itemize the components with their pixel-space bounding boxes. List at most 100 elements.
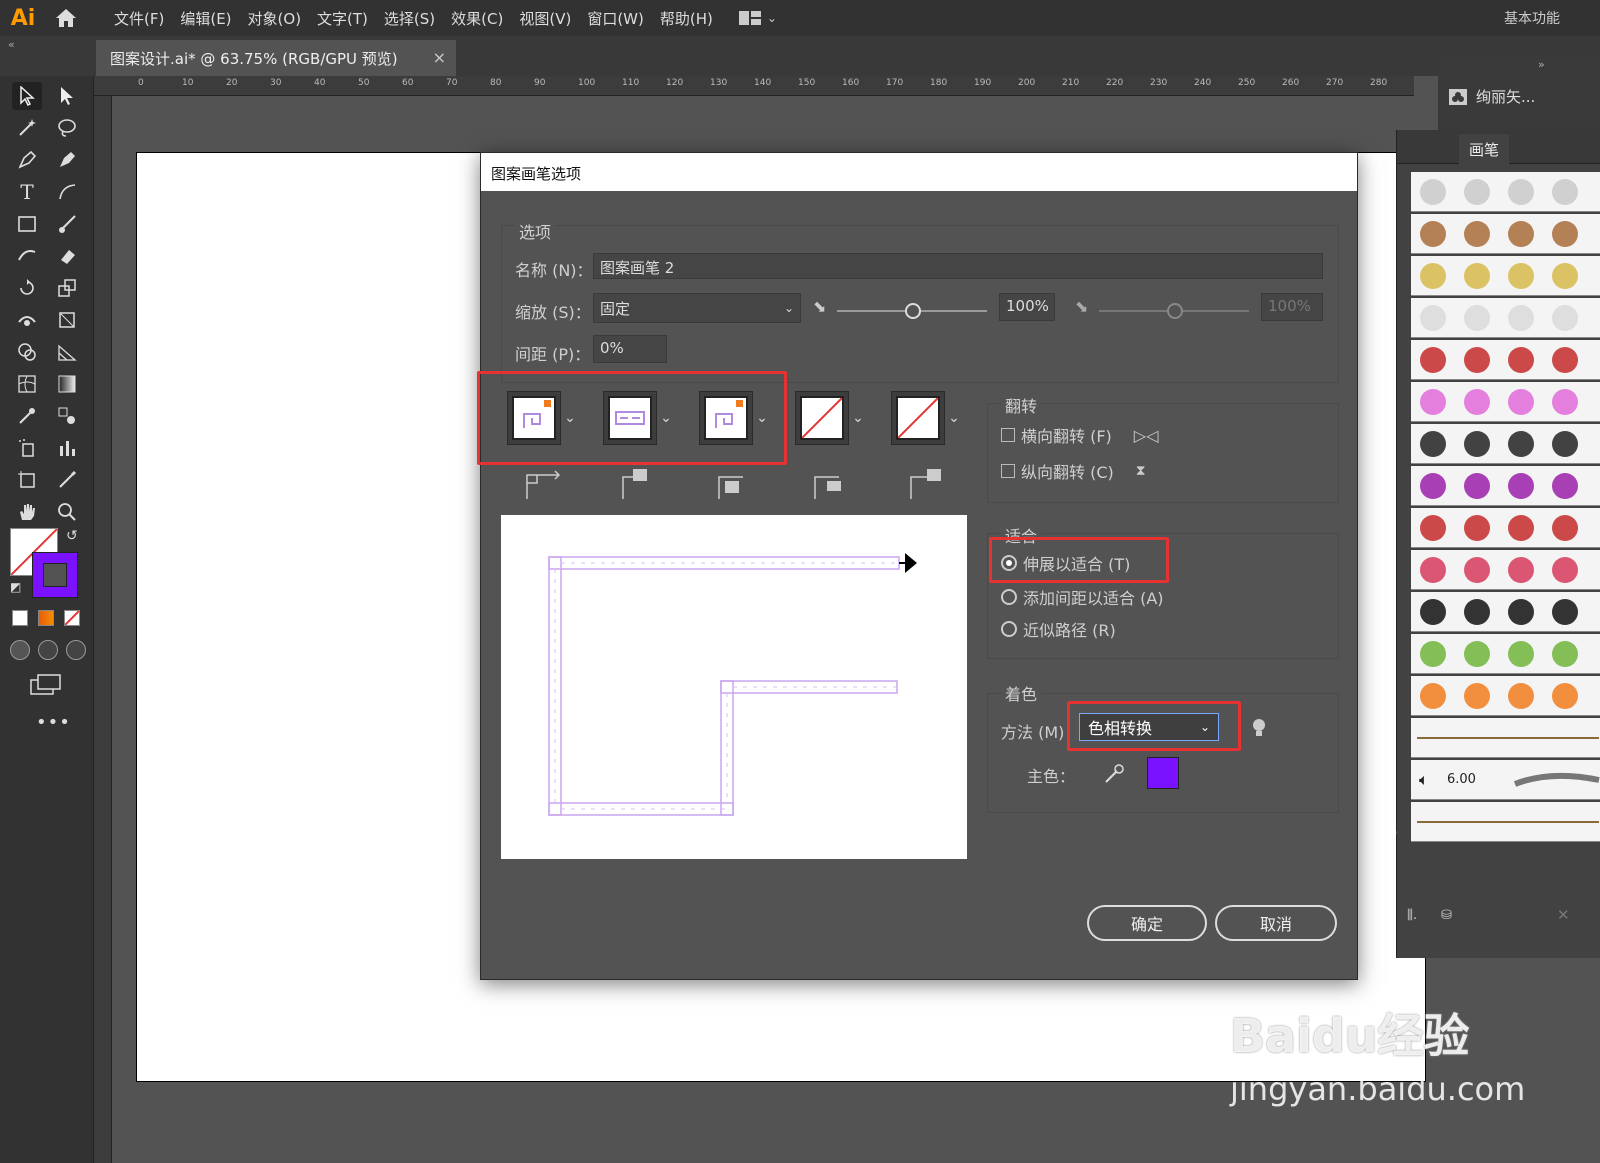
magic-wand-tool-icon[interactable] [12, 114, 42, 142]
home-icon[interactable] [46, 8, 86, 28]
chevron-down-icon[interactable]: ⌄ [753, 391, 771, 445]
fit-add-space-option[interactable]: 添加间距以适合 (A) [1001, 585, 1164, 609]
perspective-grid-tool-icon[interactable] [52, 338, 82, 366]
fit-add-space-radio[interactable] [1001, 589, 1017, 605]
rectangle-tool-icon[interactable] [12, 210, 42, 238]
brush-row[interactable] [1411, 550, 1600, 590]
fit-stretch-option[interactable]: 伸展以适合 (T) [1001, 551, 1130, 575]
brush-row[interactable] [1411, 172, 1600, 212]
free-transform-tool-icon[interactable] [52, 306, 82, 334]
zoom-tool-icon[interactable] [52, 498, 82, 526]
brush-row[interactable] [1411, 214, 1600, 254]
method-dropdown[interactable]: 色相转换 ⌄ [1079, 713, 1219, 741]
eraser-tool-icon[interactable] [52, 242, 82, 270]
chevron-down-icon[interactable]: ⌄ [945, 391, 963, 445]
line-segment-tool-icon[interactable] [52, 178, 82, 206]
mesh-tool-icon[interactable] [12, 370, 42, 398]
libraries-panel-icon[interactable]: ⛁ [1441, 908, 1452, 923]
flip-horizontal-checkbox[interactable] [1001, 428, 1015, 442]
eyedropper-icon[interactable] [1103, 763, 1125, 789]
ok-button[interactable]: 确定 [1087, 905, 1207, 941]
menu-object[interactable]: 对象(O) [240, 8, 310, 29]
lasso-tool-icon[interactable] [52, 114, 82, 142]
shape-builder-tool-icon[interactable] [12, 338, 42, 366]
flip-vertical-option[interactable]: 纵向翻转 (C) ⧗ [1001, 459, 1146, 483]
spacing-input[interactable]: 0% [593, 335, 667, 363]
fit-approximate-option[interactable]: 近似路径 (R) [1001, 617, 1116, 641]
menu-type[interactable]: 文字(T) [309, 8, 376, 29]
main-color-swatch[interactable] [1147, 757, 1179, 789]
scale-percent-input[interactable]: 100% [999, 293, 1055, 321]
menu-effect[interactable]: 效果(C) [443, 8, 511, 29]
swap-colors-icon[interactable]: ↺ [66, 528, 78, 544]
hand-tool-icon[interactable] [12, 498, 42, 526]
direct-selection-tool-icon[interactable] [52, 82, 82, 110]
tile-side[interactable]: ⌄ [507, 391, 579, 445]
brush-row[interactable] [1411, 298, 1600, 338]
brush-row[interactable] [1411, 256, 1600, 296]
gradient-tool-icon[interactable] [52, 370, 82, 398]
brush-row[interactable]: 🔈︎ 6.00 [1411, 760, 1600, 800]
brush-row[interactable] [1411, 718, 1600, 758]
draw-inside-icon[interactable] [66, 640, 86, 660]
type-tool-icon[interactable]: T [12, 178, 42, 206]
menu-window[interactable]: 窗口(W) [579, 8, 652, 29]
brush-row[interactable] [1411, 802, 1600, 842]
brush-row[interactable] [1411, 592, 1600, 632]
symbol-sprayer-tool-icon[interactable] [12, 434, 42, 462]
menu-help[interactable]: 帮助(H) [652, 8, 721, 29]
close-icon[interactable]: × [433, 48, 446, 67]
tile-inner-corner[interactable]: ⌄ [699, 391, 771, 445]
collapse-icon[interactable]: « [8, 38, 15, 51]
width-tool-icon[interactable] [12, 306, 42, 334]
menu-select[interactable]: 选择(S) [376, 8, 443, 29]
scale-dropdown[interactable]: 固定 ⌄ [593, 293, 801, 323]
rotate-tool-icon[interactable] [12, 274, 42, 302]
more-tools-icon[interactable]: ••• [36, 712, 71, 733]
stroke-swatch[interactable] [32, 552, 78, 598]
document-tab[interactable]: 图案设计.ai* @ 63.75% (RGB/GPU 预览) × [96, 40, 456, 76]
artboard-tool-icon[interactable] [12, 466, 42, 494]
cancel-button[interactable]: 取消 [1215, 905, 1337, 941]
shaper-tool-icon[interactable] [12, 242, 42, 270]
brush-row[interactable] [1411, 340, 1600, 380]
flip-horizontal-option[interactable]: 横向翻转 (F) ▷◁ [1001, 423, 1158, 447]
screen-mode-icon[interactable] [30, 674, 62, 700]
none-mode-icon[interactable] [64, 610, 80, 626]
menu-edit[interactable]: 编辑(E) [172, 8, 239, 29]
expand-panels-icon[interactable]: » [1538, 58, 1545, 71]
tile-outer-corner[interactable]: ⌄ [603, 391, 675, 445]
symbol-library-panel-button[interactable]: 绚丽矢... [1448, 86, 1535, 107]
curvature-tool-icon[interactable] [52, 146, 82, 174]
gradient-mode-icon[interactable] [38, 610, 54, 626]
blend-tool-icon[interactable] [52, 402, 82, 430]
paintbrush-tool-icon[interactable] [52, 210, 82, 238]
name-input[interactable]: 图案画笔 2 [593, 253, 1323, 279]
default-colors-icon[interactable]: ◩ [10, 580, 21, 594]
brush-row[interactable] [1411, 466, 1600, 506]
column-graph-tool-icon[interactable] [52, 434, 82, 462]
chevron-down-icon[interactable]: ⌄ [561, 391, 579, 445]
remove-brush-icon[interactable]: ✕ [1557, 906, 1570, 924]
scale-slider-thumb[interactable] [905, 303, 921, 319]
brush-row[interactable] [1411, 424, 1600, 464]
fit-approximate-radio[interactable] [1001, 621, 1017, 637]
color-mode-icon[interactable] [12, 610, 28, 626]
menu-file[interactable]: 文件(F) [106, 8, 172, 29]
tile-start[interactable]: ⌄ [795, 391, 867, 445]
draw-behind-icon[interactable] [38, 640, 58, 660]
layout-icon[interactable]: ⌄ [738, 10, 777, 26]
eyedropper-tool-icon[interactable] [12, 402, 42, 430]
brush-row[interactable] [1411, 382, 1600, 422]
scale-tool-icon[interactable] [52, 274, 82, 302]
lightbulb-icon[interactable] [1251, 717, 1267, 743]
fit-stretch-radio[interactable] [1001, 555, 1017, 571]
selection-tool-icon[interactable] [12, 82, 42, 110]
tile-end[interactable]: ⌄ [891, 391, 963, 445]
brush-library-menu-icon[interactable]: ⫼. [1407, 908, 1417, 923]
workspace-switcher[interactable]: 基本功能 [1504, 8, 1560, 28]
brush-row[interactable] [1411, 508, 1600, 548]
chevron-down-icon[interactable]: ⌄ [849, 391, 867, 445]
brush-row[interactable] [1411, 676, 1600, 716]
brush-row[interactable] [1411, 634, 1600, 674]
